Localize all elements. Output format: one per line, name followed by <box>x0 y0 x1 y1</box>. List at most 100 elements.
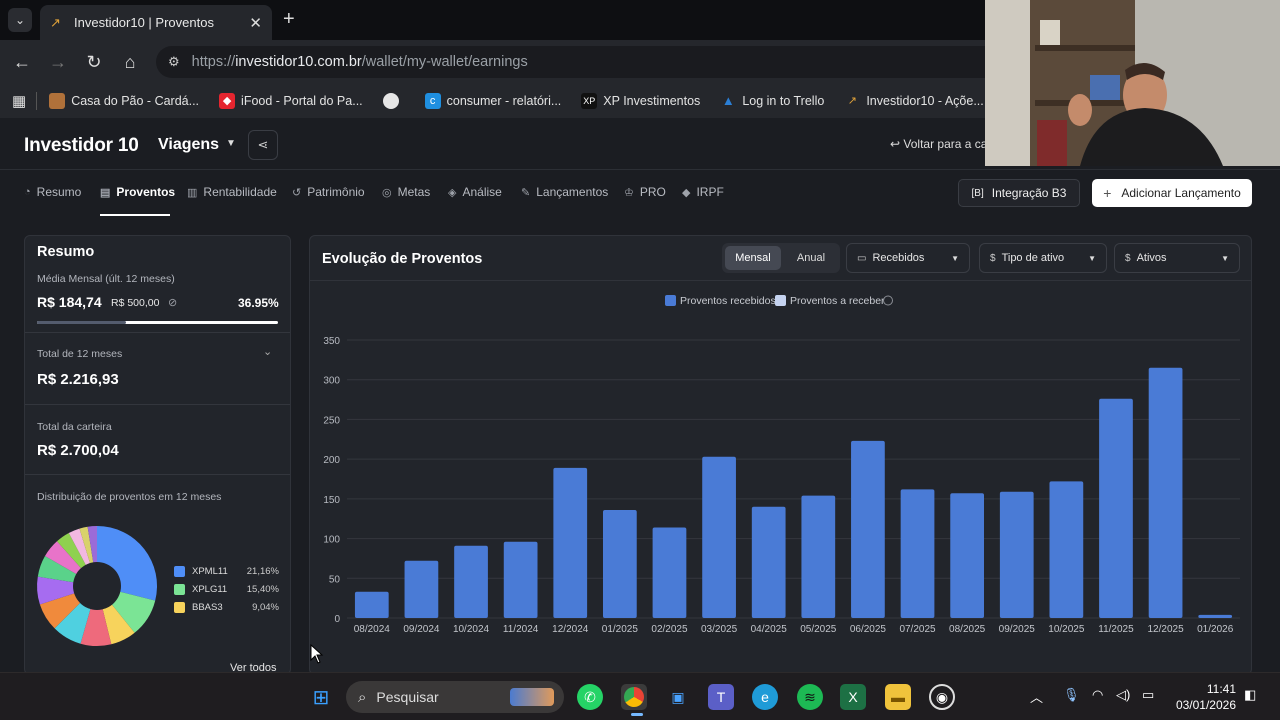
bar-01-2025[interactable] <box>602 509 637 618</box>
x-tick-label: 01/2026 <box>1197 624 1234 635</box>
tab-lancamentos[interactable]: ✎ Lançamentos <box>521 185 608 199</box>
tab-metas[interactable]: ◎ Metas <box>382 185 430 199</box>
apps-grid-icon[interactable]: ▦ <box>12 92 26 110</box>
legend-row-bbas3: BBAS3 9,04% <box>174 602 279 613</box>
address-bar[interactable]: ⚙ https://investidor10.com.br/wallet/my-… <box>156 46 1056 78</box>
search-icon: ⌕ <box>358 688 367 706</box>
battery-icon[interactable]: ▭ <box>1142 687 1154 703</box>
wifi-icon[interactable]: ◠ <box>1092 687 1103 703</box>
volume-icon[interactable]: ◁) <box>1116 687 1130 703</box>
wallet-total-label: Total da carteira <box>37 421 112 433</box>
back-to-link[interactable]: ↩ Voltar para a ca <box>890 137 987 151</box>
goal-percentage: 36.95% <box>238 296 279 310</box>
legend-swatch <box>174 602 185 613</box>
remote-desktop-icon[interactable]: ▣ <box>665 684 691 710</box>
close-tab-icon[interactable]: ✕ <box>249 14 262 32</box>
tab-patrimonio[interactable]: ↺ Patrimônio <box>292 185 365 199</box>
site-info-icon[interactable]: ⚙ <box>168 54 180 70</box>
asset-type-filter-dropdown[interactable]: $ Tipo de ativo ▼ <box>979 243 1107 273</box>
bar-06-2025[interactable] <box>851 440 885 618</box>
tab-proventos[interactable]: ▤ Proventos <box>100 185 175 199</box>
tab-pro[interactable]: ♔ PRO <box>624 185 666 199</box>
excel-icon[interactable]: X <box>840 684 866 710</box>
url-scheme: https:// <box>191 54 236 70</box>
bar-11-2024[interactable] <box>503 541 538 618</box>
plus-icon: + <box>1103 185 1112 201</box>
taskbar-clock[interactable]: 11:41 03/01/2026 <box>1164 681 1236 713</box>
x-tick-label: 11/2025 <box>1098 624 1134 635</box>
tab-search-chevron-icon[interactable]: ⌄ <box>8 8 32 32</box>
legend-label-to-receive[interactable]: Proventos a receber <box>790 295 885 307</box>
bar-10-2025[interactable] <box>1049 481 1084 618</box>
assets-filter-dropdown[interactable]: $ Ativos ▼ <box>1114 243 1240 273</box>
bar-05-2025[interactable] <box>801 495 836 618</box>
bar-07-2025[interactable] <box>900 489 935 618</box>
obs-icon[interactable]: ◉ <box>929 684 955 710</box>
legend-swatch <box>174 584 185 595</box>
file-explorer-icon[interactable]: ▬ <box>885 684 911 710</box>
edit-icon: ✎ <box>521 186 531 199</box>
caret-down-icon[interactable]: ▼ <box>226 138 236 149</box>
home-icon[interactable]: ⌂ <box>120 52 140 73</box>
tab-analise[interactable]: ◈ Análise <box>448 185 502 199</box>
taskbar-search-box[interactable]: ⌕ Pesquisar <box>346 681 564 713</box>
edit-goal-icon[interactable]: ⊘ <box>168 296 177 309</box>
bar-02-2025[interactable] <box>652 527 687 618</box>
tray-overflow-chevron-icon[interactable]: ︿ <box>1030 687 1043 706</box>
add-entry-button[interactable]: + Adicionar Lançamento <box>1092 179 1252 207</box>
bar-08-2025[interactable] <box>950 493 985 618</box>
spotify-icon[interactable]: ≋ <box>797 684 823 710</box>
new-tab-plus-icon[interactable]: + <box>283 8 295 31</box>
edge-icon[interactable]: e <box>752 684 778 710</box>
url-path: /wallet/my-wallet/earnings <box>361 54 528 70</box>
bookmark-trello[interactable]: ▲ Log in to Trello <box>720 93 824 109</box>
reload-icon[interactable]: ↻ <box>84 52 104 73</box>
monthly-average-block: Resumo Média Mensal (últ. 12 meses) R$ 1… <box>25 236 290 333</box>
wallet-selector[interactable]: Viagens <box>158 136 219 154</box>
investidor10-logo[interactable]: Investidor 10 <box>24 135 139 157</box>
lion-icon: ◆ <box>682 186 691 199</box>
bar-04-2025[interactable] <box>751 506 786 618</box>
bookmark-xp[interactable]: XP XP Investimentos <box>581 93 700 109</box>
browser-tab-active[interactable]: ↗ Investidor10 | Proventos ✕ <box>40 5 272 40</box>
legend-row-xpml11: XPML11 21,16% <box>174 566 279 577</box>
total-12-months-block[interactable]: Total de 12 meses ⌄ R$ 2.216,93 <box>25 333 290 405</box>
bar-12-2025[interactable] <box>1148 367 1183 618</box>
legend-swatch-to-receive[interactable] <box>775 295 786 306</box>
bar-10-2024[interactable] <box>454 545 488 618</box>
caret-down-icon: ▼ <box>951 253 959 263</box>
bookmark-globe[interactable] <box>382 93 405 109</box>
info-icon[interactable] <box>883 295 893 306</box>
bookmark-ifood[interactable]: ◆ iFood - Portal do Pa... <box>219 93 363 109</box>
bar-12-2024[interactable] <box>553 467 588 618</box>
windows-start-icon[interactable]: ⊞ <box>308 684 334 710</box>
bar-11-2025[interactable] <box>1099 398 1133 618</box>
bar-01-2026[interactable] <box>1198 614 1233 618</box>
tab-rentabilidade[interactable]: ▥ Rentabilidade <box>187 185 277 199</box>
back-arrow-icon[interactable]: ← <box>12 52 32 73</box>
notifications-icon[interactable]: ◧ <box>1244 687 1256 703</box>
chrome-icon[interactable] <box>621 684 647 710</box>
microphone-icon[interactable]: 🎙 <box>1063 687 1080 703</box>
bar-09-2024[interactable] <box>404 560 439 618</box>
b3-integration-button[interactable]: [B] Integração B3 <box>958 179 1080 207</box>
bookmark-consumer[interactable]: c consumer - relatóri... <box>424 93 561 109</box>
whatsapp-icon[interactable]: ✆ <box>577 684 603 710</box>
tab-irpf[interactable]: ◆ IRPF <box>682 185 724 199</box>
legend-label-received[interactable]: Proventos recebidos <box>680 295 776 307</box>
y-tick-label: 50 <box>329 574 341 585</box>
bookmark-investidor10[interactable]: ↗ Investidor10 - Açõe... <box>844 93 984 109</box>
chevron-down-icon[interactable]: ⌄ <box>263 345 272 358</box>
bar-08-2024[interactable] <box>354 591 389 618</box>
bar-03-2025[interactable] <box>702 456 736 618</box>
toggle-mensal[interactable]: Mensal <box>725 246 781 270</box>
forward-arrow-icon[interactable]: → <box>48 52 68 73</box>
teams-icon[interactable]: T <box>708 684 734 710</box>
bar-09-2025[interactable] <box>999 491 1034 618</box>
toggle-anual[interactable]: Anual <box>784 246 838 270</box>
tab-resumo[interactable]: ◔ Resumo <box>24 185 81 199</box>
bookmark-casa-do-pao[interactable]: Casa do Pão - Cardá... <box>49 93 199 109</box>
status-filter-dropdown[interactable]: ▭ Recebidos ▼ <box>846 243 970 273</box>
legend-swatch-received[interactable] <box>665 295 676 306</box>
share-button[interactable]: ⋖ <box>248 130 278 160</box>
